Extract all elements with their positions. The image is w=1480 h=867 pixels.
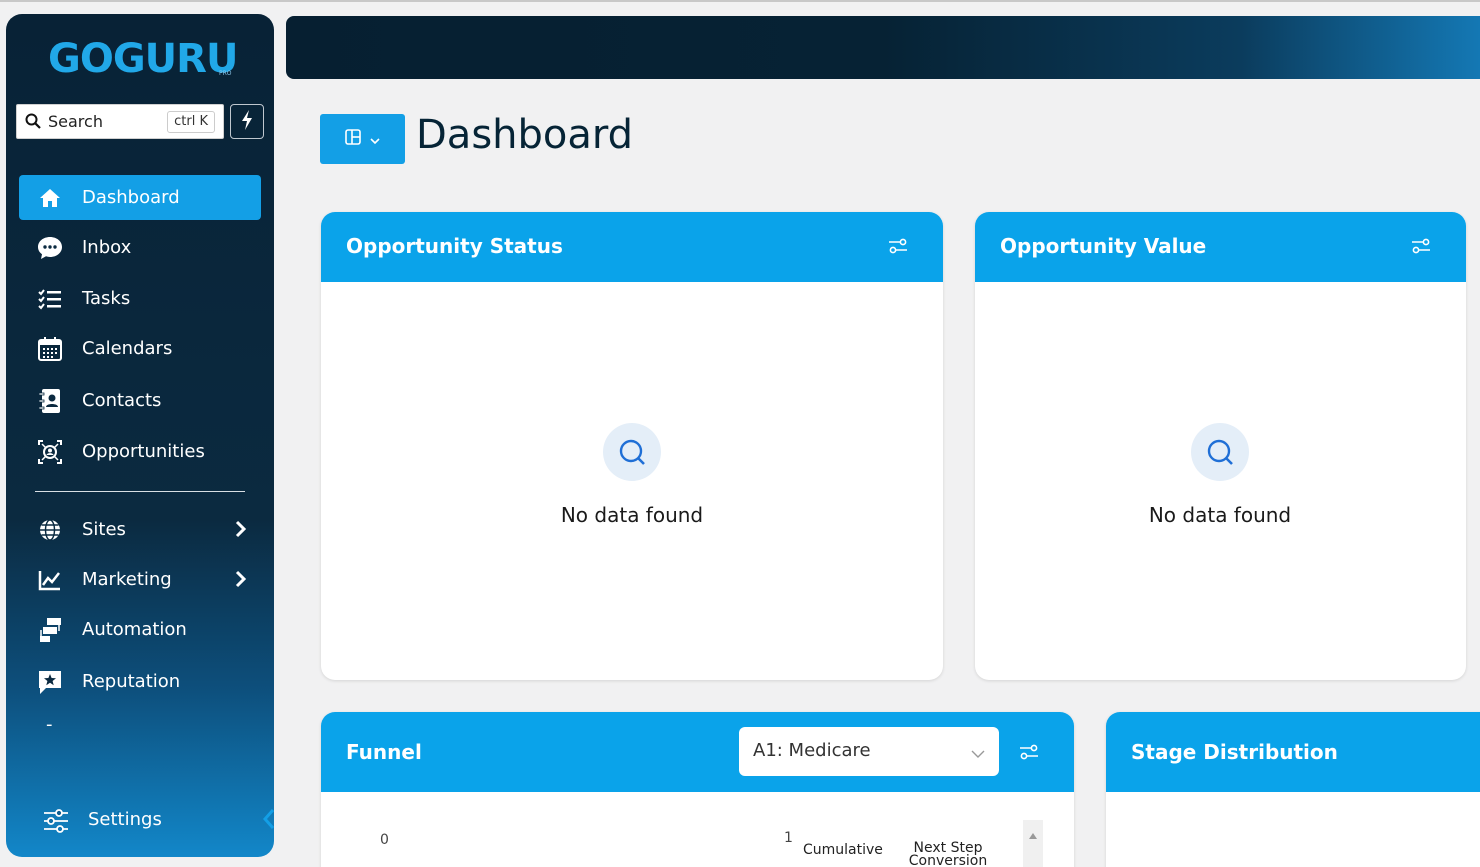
scrollbar[interactable] bbox=[1023, 820, 1043, 867]
sidebar-item-dashboard[interactable]: Dashboard bbox=[19, 175, 261, 220]
chevron-left-icon bbox=[262, 809, 276, 834]
logo-subtext: PRO bbox=[219, 70, 232, 77]
layout-grid-icon bbox=[344, 129, 361, 149]
sidebar-item-label: Opportunities bbox=[82, 441, 205, 462]
search-placeholder: Search bbox=[48, 112, 103, 131]
sidebar-item-opportunities[interactable]: Opportunities bbox=[19, 429, 261, 474]
sidebar-separator-mark: - bbox=[46, 714, 53, 735]
no-data-search-icon bbox=[1191, 423, 1249, 481]
stage-distribution-card: Stage Distribution bbox=[1106, 712, 1480, 867]
sidebar-item-label: Dashboard bbox=[82, 187, 180, 208]
no-data-message: No data found bbox=[560, 503, 704, 527]
sidebar-collapse-button[interactable] bbox=[262, 808, 276, 834]
sidebar-item-label: Inbox bbox=[82, 237, 132, 258]
chart-icon bbox=[37, 567, 63, 593]
sidebar-item-inbox[interactable]: Inbox bbox=[19, 225, 261, 270]
filter-settings-icon[interactable] bbox=[888, 238, 908, 258]
globe-icon bbox=[37, 517, 63, 543]
chevron-down-icon bbox=[369, 130, 381, 149]
sidebar-item-label: Reputation bbox=[82, 671, 181, 692]
pipeline-select-value: A1: Medicare bbox=[753, 740, 871, 761]
sidebar: GOGURU PRO Search ctrl K Dashboard Inbox… bbox=[6, 14, 274, 857]
search-icon bbox=[25, 113, 41, 133]
opportunity-value-card: Opportunity Value No data found bbox=[975, 212, 1466, 680]
layout-switcher-button[interactable] bbox=[320, 114, 405, 164]
sidebar-item-label: Tasks bbox=[82, 288, 131, 309]
home-icon bbox=[37, 185, 63, 211]
card-title: Opportunity Status bbox=[346, 234, 563, 258]
column-header-cumulative: Cumulative bbox=[803, 842, 883, 858]
card-header: Opportunity Value bbox=[975, 212, 1466, 282]
sidebar-item-automation[interactable]: Automation bbox=[19, 607, 261, 652]
sidebar-item-label: Automation bbox=[82, 619, 187, 640]
funnel-axis-start: 0 bbox=[380, 832, 389, 848]
funnel-card: Funnel A1: Medicare 0 1 Cumulative Next … bbox=[321, 712, 1074, 867]
sidebar-item-label: Sites bbox=[82, 519, 126, 540]
star-message-icon bbox=[37, 669, 63, 695]
chevron-down-icon bbox=[971, 744, 985, 763]
settings-label: Settings bbox=[88, 809, 162, 830]
sidebar-item-label: Calendars bbox=[82, 338, 173, 359]
scroll-up-icon[interactable] bbox=[1029, 824, 1037, 843]
calendar-icon bbox=[37, 336, 63, 362]
search-input[interactable]: Search ctrl K bbox=[16, 104, 224, 139]
opportunity-icon bbox=[37, 439, 63, 465]
quick-actions-button[interactable] bbox=[230, 104, 264, 139]
funnel-axis-end: 1 bbox=[784, 830, 793, 846]
lightning-icon bbox=[240, 109, 254, 135]
pipeline-select[interactable]: A1: Medicare bbox=[739, 727, 999, 776]
page-title: Dashboard bbox=[416, 112, 634, 158]
settings-sliders-icon bbox=[42, 807, 70, 839]
sidebar-divider bbox=[35, 491, 245, 492]
no-data-search-icon bbox=[603, 423, 661, 481]
sidebar-item-reputation[interactable]: Reputation bbox=[19, 659, 261, 704]
card-header: Opportunity Status bbox=[321, 212, 943, 282]
card-title: Funnel bbox=[346, 740, 422, 764]
chevron-right-icon bbox=[235, 520, 247, 542]
chevron-right-icon bbox=[235, 570, 247, 592]
column-header-next-step-conversion: Next Step Conversion bbox=[908, 840, 988, 867]
sidebar-item-tasks[interactable]: Tasks bbox=[19, 276, 261, 321]
logo-text: GOGURU bbox=[48, 36, 238, 82]
filter-settings-icon[interactable] bbox=[1019, 744, 1039, 764]
task-list-icon bbox=[37, 286, 63, 312]
no-data-message: No data found bbox=[1148, 503, 1292, 527]
window-top-border bbox=[0, 0, 1480, 2]
sidebar-item-contacts[interactable]: Contacts bbox=[19, 378, 261, 423]
sidebar-item-settings[interactable]: Settings bbox=[42, 807, 242, 837]
sidebar-item-label: Contacts bbox=[82, 390, 162, 411]
card-header: Funnel A1: Medicare bbox=[321, 712, 1074, 792]
sidebar-item-marketing[interactable]: Marketing bbox=[19, 557, 261, 602]
workflow-icon bbox=[37, 617, 63, 643]
opportunity-status-card: Opportunity Status No data found bbox=[321, 212, 943, 680]
card-title: Stage Distribution bbox=[1131, 740, 1338, 764]
card-title: Opportunity Value bbox=[1000, 234, 1207, 258]
sidebar-item-label: Marketing bbox=[82, 569, 172, 590]
top-header-bar bbox=[286, 16, 1480, 79]
funnel-body: 0 1 Cumulative Next Step Conversion bbox=[321, 792, 1074, 867]
sidebar-item-calendars[interactable]: Calendars bbox=[19, 326, 261, 371]
card-header: Stage Distribution bbox=[1106, 712, 1480, 792]
search-shortcut-hint: ctrl K bbox=[167, 111, 215, 133]
app-logo[interactable]: GOGURU PRO bbox=[48, 36, 248, 86]
sidebar-item-sites[interactable]: Sites bbox=[19, 507, 261, 552]
filter-settings-icon[interactable] bbox=[1411, 238, 1431, 258]
chat-icon bbox=[37, 235, 63, 261]
contacts-book-icon bbox=[37, 388, 63, 414]
